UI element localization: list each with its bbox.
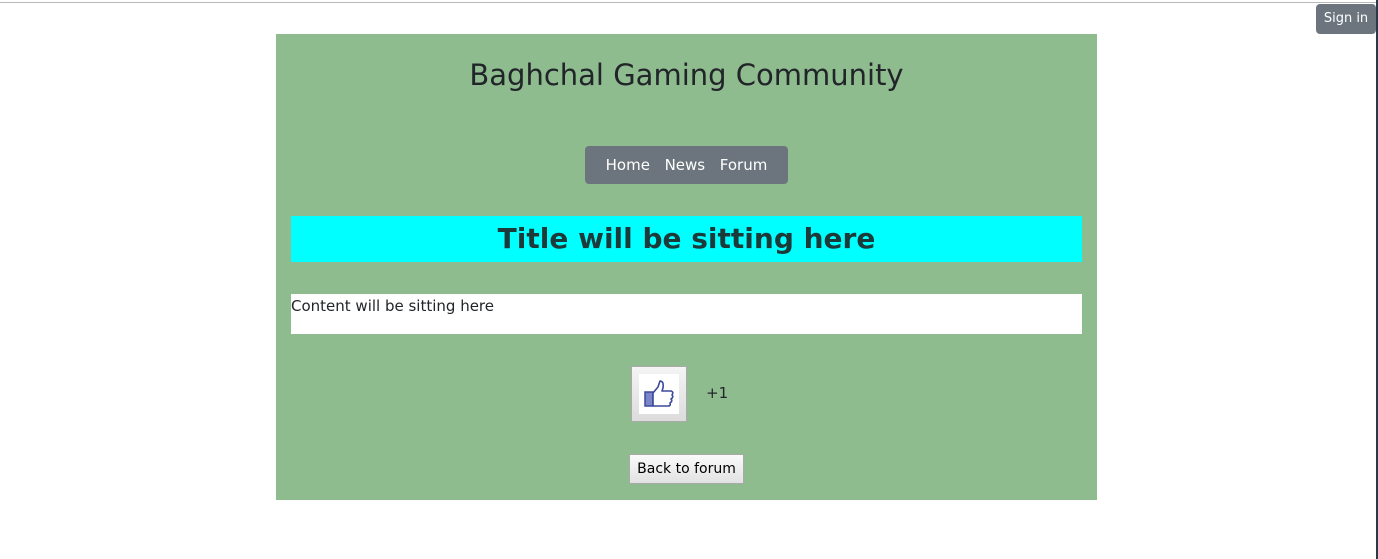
post-content: Content will be sitting here bbox=[291, 294, 1082, 334]
like-count: +1 bbox=[706, 384, 729, 402]
nav-item-home[interactable]: Home bbox=[606, 156, 650, 174]
main-nav: Home News Forum bbox=[585, 146, 788, 184]
like-button[interactable] bbox=[631, 366, 687, 422]
nav-item-forum[interactable]: Forum bbox=[720, 156, 768, 174]
nav-item-news[interactable]: News bbox=[665, 156, 706, 174]
back-to-forum-button[interactable]: Back to forum bbox=[629, 454, 744, 484]
thumbs-up-icon bbox=[639, 374, 679, 414]
site-title: Baghchal Gaming Community bbox=[469, 58, 904, 92]
main-panel: Baghchal Gaming Community Home News Foru… bbox=[276, 34, 1097, 500]
sign-in-button[interactable]: Sign in bbox=[1316, 4, 1376, 34]
top-divider bbox=[0, 2, 1376, 3]
post-title: Title will be sitting here bbox=[291, 216, 1082, 262]
